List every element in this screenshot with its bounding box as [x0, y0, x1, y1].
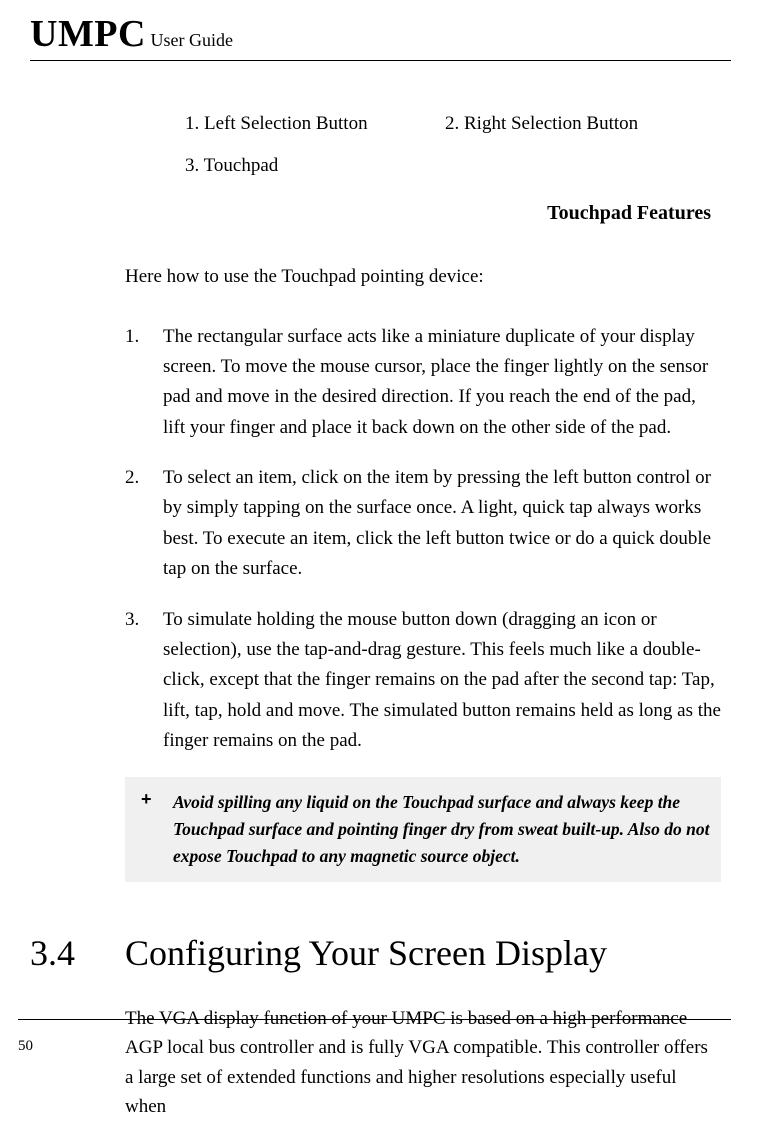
label-left-selection: 1. Left Selection Button [185, 113, 445, 135]
note-box: + Avoid spilling any liquid on the Touch… [125, 777, 721, 882]
chapter-title: Configuring Your Screen Display [125, 932, 607, 974]
header-title-small: User Guide [146, 30, 233, 50]
list-item: The rectangular surface acts like a mini… [125, 322, 721, 444]
label-touchpad: 3. Touchpad [125, 155, 721, 177]
chapter-heading: 3.4 Configuring Your Screen Display [30, 932, 721, 974]
list-item: To select an item, click on the item by … [125, 463, 721, 585]
header-title-large: UMPC [30, 13, 146, 55]
label-row-1: 1. Left Selection Button 2. Right Select… [125, 113, 721, 135]
note-text: Avoid spilling any liquid on the Touchpa… [173, 789, 711, 870]
section-heading: Touchpad Features [125, 202, 721, 225]
intro-text: Here how to use the Touchpad pointing de… [125, 263, 721, 292]
content-area: 1. Left Selection Button 2. Right Select… [30, 113, 731, 1122]
page-number: 50 [18, 1038, 731, 1055]
chapter-number: 3.4 [30, 932, 125, 974]
list-item: To simulate holding the mouse button dow… [125, 605, 721, 757]
label-right-selection: 2. Right Selection Button [445, 113, 721, 135]
note-symbol: + [135, 789, 173, 810]
page-footer: 50 [18, 1019, 731, 1055]
page-header: UMPC User Guide [30, 12, 731, 61]
instruction-list: The rectangular surface acts like a mini… [125, 322, 721, 757]
